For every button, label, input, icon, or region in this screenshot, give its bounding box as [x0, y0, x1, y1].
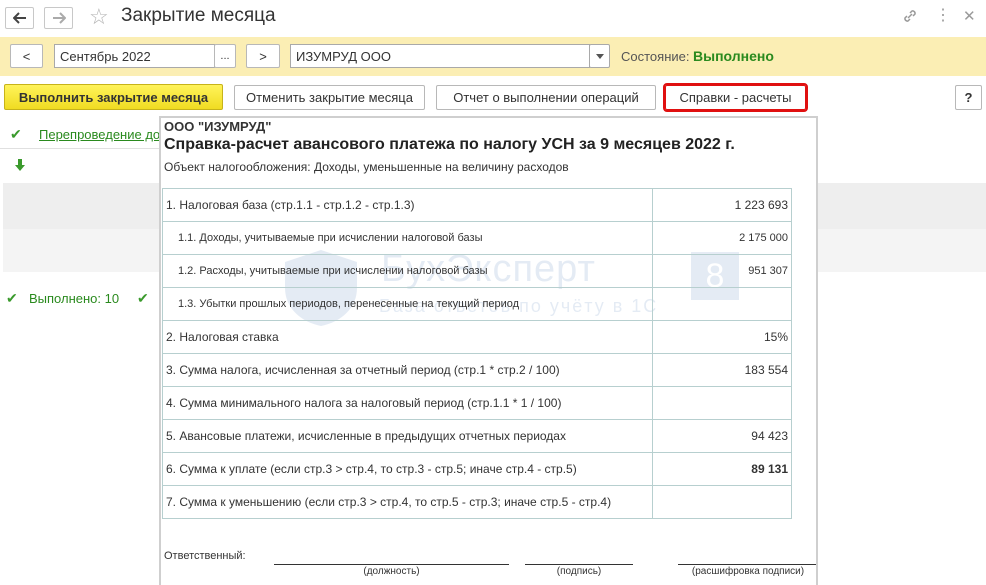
responsible-label: Ответственный: [164, 550, 246, 562]
row-label: 2. Налоговая ставка [162, 320, 653, 354]
background-panel [818, 229, 986, 272]
reposting-link[interactable]: Перепроведение документов [39, 127, 161, 142]
signature-line [678, 564, 816, 565]
table-row: 3. Сумма налога, исчисленная за отчетный… [162, 353, 793, 387]
row-label: 1.3. Убытки прошлых периодов, перенесенн… [162, 287, 653, 321]
table-row: 2. Налоговая ставка 15% [162, 320, 793, 354]
check-icon: ✔ [137, 290, 149, 306]
table-row: 5. Авансовые платежи, исчисленные в пред… [162, 419, 793, 453]
report-organization: ООО "ИЗУМРУД" [164, 119, 272, 134]
table-row: 1.3. Убытки прошлых периодов, перенесенн… [162, 287, 793, 321]
favorite-star-icon[interactable]: ☆ [89, 4, 109, 30]
cancel-close-month-button[interactable]: Отменить закрытие месяца [234, 85, 425, 110]
check-icon: ✔ [6, 290, 18, 306]
period-field[interactable]: Сентябрь 2022 [54, 44, 215, 68]
title-bar: ☆ Закрытие месяца ⋮ ✕ [0, 0, 986, 36]
back-button[interactable] [5, 7, 34, 29]
signature-caption: (подпись) [556, 566, 602, 577]
row-value: 89 131 [651, 452, 793, 486]
row-value [651, 485, 793, 519]
prev-period-button[interactable]: < [10, 44, 43, 68]
help-button[interactable]: ? [955, 85, 982, 110]
done-count: Выполнено: 10 [29, 291, 120, 306]
table-row: 1.2. Расходы, учитываемые при исчислении… [162, 254, 793, 288]
next-period-button[interactable]: > [246, 44, 280, 68]
arrow-right-icon [52, 12, 66, 24]
signature-line [525, 564, 633, 565]
background-panel [818, 183, 986, 229]
table-row: 7. Сумма к уменьшению (если стр.3 > стр.… [162, 485, 793, 519]
chevron-down-icon [595, 53, 604, 59]
arrow-left-icon [12, 12, 26, 24]
row-label: 1. Налоговая база (стр.1.1 - стр.1.2 - с… [162, 188, 653, 222]
execute-close-month-button[interactable]: Выполнить закрытие месяца [4, 84, 223, 110]
link-icon[interactable] [902, 8, 918, 29]
arrow-down-icon [15, 158, 25, 174]
check-icon: ✔ [10, 126, 22, 142]
calculation-reports-button[interactable]: Справки - расчеты [663, 83, 808, 112]
row-value [651, 287, 793, 321]
row-value: 15% [651, 320, 793, 354]
report-title: Справка-расчет авансового платежа по нал… [164, 136, 735, 153]
table-row: 4. Сумма минимального налога за налоговы… [162, 386, 793, 420]
row-label: 3. Сумма налога, исчисленная за отчетный… [162, 353, 653, 387]
table-row: 6. Сумма к уплате (если стр.3 > стр.4, т… [162, 452, 793, 486]
background-panel [3, 183, 160, 229]
row-value: 1 223 693 [651, 188, 793, 222]
calculation-table: 1. Налоговая база (стр.1.1 - стр.1.2 - с… [162, 188, 793, 519]
report-tax-object: Объект налогообложения: Доходы, уменьшен… [164, 160, 569, 174]
state-label: Состояние: [621, 49, 690, 64]
decode-caption: (расшифровка подписи) [691, 566, 805, 577]
more-menu-icon[interactable]: ⋮ [935, 8, 951, 24]
table-row: 1.1. Доходы, учитываемые при исчислении … [162, 221, 793, 255]
row-label: 4. Сумма минимального налога за налоговы… [162, 386, 653, 420]
row-value: 2 175 000 [651, 221, 793, 255]
table-row: 1. Налоговая база (стр.1.1 - стр.1.2 - с… [162, 188, 793, 222]
position-caption: (должность) [363, 566, 420, 577]
row-value [651, 386, 793, 420]
row-value: 94 423 [651, 419, 793, 453]
row-label: 1.2. Расходы, учитываемые при исчислении… [162, 254, 653, 288]
signature-line [274, 564, 509, 565]
forward-button[interactable] [44, 7, 73, 29]
row-label: 6. Сумма к уплате (если стр.3 > стр.4, т… [162, 452, 653, 486]
row-label: 7. Сумма к уменьшению (если стр.3 > стр.… [162, 485, 653, 519]
organization-dropdown-button[interactable] [589, 44, 610, 68]
background-panel [3, 229, 160, 272]
page-title: Закрытие месяца [121, 5, 276, 26]
state-value: Выполнено [693, 48, 774, 64]
period-select-button[interactable]: ... [214, 44, 236, 68]
row-value: 183 554 [651, 353, 793, 387]
divider [0, 148, 160, 149]
organization-field[interactable]: ИЗУМРУД ООО [290, 44, 590, 68]
parameter-bar: < Сентябрь 2022 ... > ИЗУМРУД ООО Состоя… [0, 37, 986, 76]
row-value: 951 307 [651, 254, 793, 288]
row-label: 1.1. Доходы, учитываемые при исчислении … [162, 221, 653, 255]
close-icon[interactable]: ✕ [963, 8, 976, 26]
row-label: 5. Авансовые платежи, исчисленные в пред… [162, 419, 653, 453]
calculation-report-panel: БухЭксперт 8 База ответов по учёту в 1С … [159, 116, 818, 585]
operations-report-button[interactable]: Отчет о выполнении операций [436, 85, 656, 110]
